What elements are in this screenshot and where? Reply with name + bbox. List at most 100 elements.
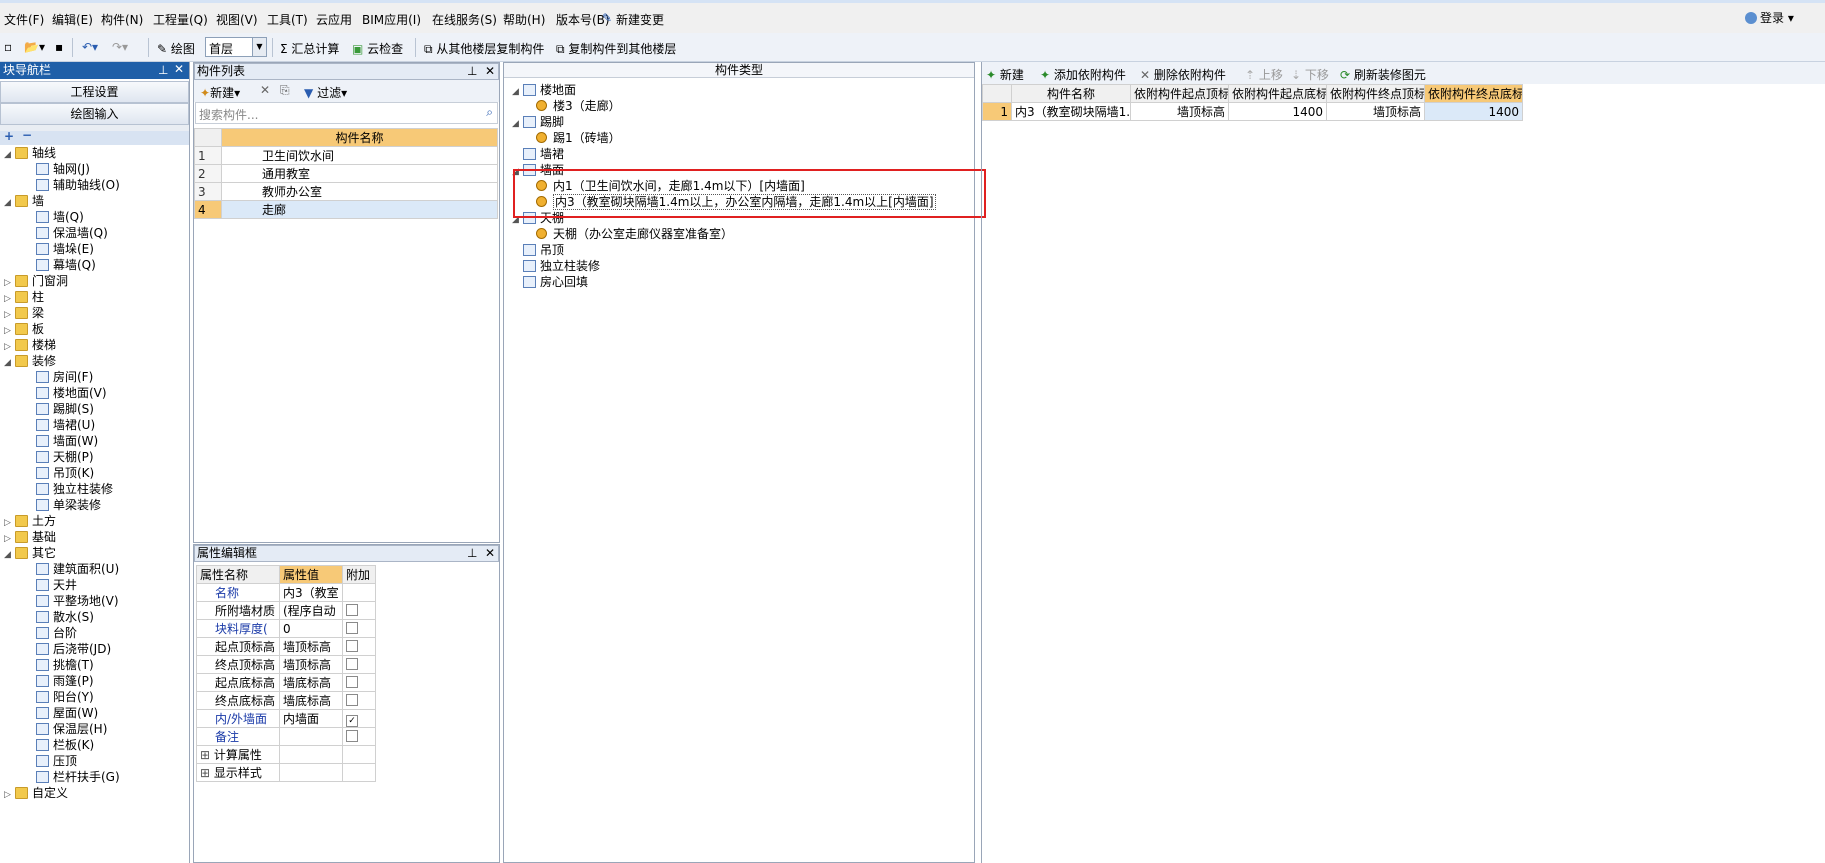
expander-icon[interactable]: ◢: [4, 547, 13, 563]
menu-item[interactable]: 视图(V): [216, 11, 258, 28]
menu-item[interactable]: 云应用: [316, 11, 352, 28]
nav-leaf-item[interactable]: 房间(F): [36, 369, 93, 385]
nav-folder-item[interactable]: ▷ 门窗洞: [4, 273, 68, 289]
component-type-group[interactable]: 独立柱装修: [512, 258, 600, 274]
expander-icon[interactable]: ◢: [512, 212, 521, 228]
property-row[interactable]: 块料厚度(0: [196, 619, 376, 638]
nav-folder-item[interactable]: ◢ 轴线: [4, 145, 56, 161]
component-name-cell[interactable]: 走廊: [221, 200, 498, 219]
expander-icon[interactable]: ◢: [4, 195, 13, 211]
extra-checkbox[interactable]: [346, 693, 358, 706]
nav-folder-item[interactable]: ▷ 楼梯: [4, 337, 56, 353]
property-value[interactable]: 内3（教室: [279, 583, 343, 602]
extra-checkbox[interactable]: ✓: [346, 714, 358, 727]
expand-plus-icon[interactable]: ⊞: [200, 766, 214, 780]
property-value[interactable]: 墙底标高: [279, 673, 343, 692]
redo-icon[interactable]: ↷▾: [112, 40, 128, 54]
property-value[interactable]: [279, 727, 343, 746]
nav-leaf-item[interactable]: 吊顶(K): [36, 465, 94, 481]
property-group-row[interactable]: ⊞ 显示样式: [196, 763, 376, 782]
undo-icon[interactable]: ↶▾: [82, 40, 98, 54]
attach-column-header[interactable]: 构件名称: [1011, 84, 1131, 103]
new-component-button[interactable]: ✦新建▾: [200, 84, 240, 101]
add-attach-button[interactable]: ✦ 添加依附构件: [1040, 66, 1126, 83]
extra-checkbox[interactable]: [346, 639, 358, 652]
copy-from-floor-button[interactable]: ⧉ 从其他楼层复制构件: [424, 40, 544, 57]
refresh-button[interactable]: ⟳ 刷新装修图元: [1340, 66, 1426, 83]
close-icon[interactable]: ✕: [174, 62, 184, 77]
table-row[interactable]: 1 卫生间饮水间: [194, 146, 498, 165]
property-group-row[interactable]: ⊞ 计算属性: [196, 745, 376, 764]
table-row[interactable]: 3 教师办公室: [194, 182, 498, 201]
nav-leaf-item[interactable]: 单梁装修: [36, 497, 101, 513]
property-row[interactable]: 内/外墙面 内墙面 ✓: [196, 709, 376, 728]
menu-item[interactable]: 构件(N): [101, 11, 143, 28]
extra-checkbox[interactable]: [346, 657, 358, 670]
attach-cell[interactable]: 内3（教室砌块隔墙1.: [1011, 102, 1131, 121]
nav-leaf-item[interactable]: 雨篷(P): [36, 673, 94, 689]
floor-select[interactable]: 首层 ▼: [205, 37, 267, 57]
table-row[interactable]: 4 走廊: [194, 200, 498, 219]
new-button[interactable]: ✦ 新建: [986, 66, 1024, 83]
expander-icon[interactable]: ◢: [512, 84, 521, 100]
nav-folder-item[interactable]: ▷ 基础: [4, 529, 56, 545]
attach-cell[interactable]: 1400: [1228, 102, 1327, 121]
component-type-item[interactable]: 踢1（砖墙）: [536, 130, 621, 146]
nav-leaf-item[interactable]: 墙垛(E): [36, 241, 94, 257]
menu-item[interactable]: 在线服务(S): [432, 11, 497, 28]
property-row[interactable]: 起点底标高 墙底标高: [196, 673, 376, 692]
attach-cell[interactable]: 1400: [1424, 102, 1523, 121]
table-row[interactable]: 1 内3（教室砌块隔墙1. 墙顶标高 1400 墙顶标高 1400: [982, 102, 1523, 121]
pin-icon[interactable]: ⊥: [158, 63, 168, 78]
new-file-icon[interactable]: ▫: [4, 40, 12, 54]
copy-to-floor-button[interactable]: ⧉ 复制构件到其他楼层: [556, 40, 676, 57]
property-row[interactable]: 终点底标高 墙底标高: [196, 691, 376, 710]
expander-icon[interactable]: ◢: [4, 147, 13, 163]
component-type-group[interactable]: ◢ 楼地面: [512, 82, 576, 98]
menu-item[interactable]: 编辑(E): [52, 11, 93, 28]
nav-folder-item[interactable]: ▷ 板: [4, 321, 44, 337]
nav-folder-item[interactable]: ▷ 自定义: [4, 785, 68, 801]
component-type-item[interactable]: 内1（卫生间饮水间，走廊1.4m以下）[内墙面]: [536, 178, 805, 194]
column-header-name[interactable]: 构件名称: [221, 128, 498, 147]
property-value[interactable]: (程序自动: [279, 601, 343, 620]
nav-leaf-item[interactable]: 墙裙(U): [36, 417, 95, 433]
nav-folder-item[interactable]: ▷ 柱: [4, 289, 44, 305]
component-type-group[interactable]: 吊顶: [512, 242, 564, 258]
nav-leaf-item[interactable]: 天棚(P): [36, 449, 94, 465]
menu-item[interactable]: 工程量(Q): [153, 11, 208, 28]
menu-item[interactable]: 新建变更: [616, 11, 664, 28]
component-type-group[interactable]: ◢ 天棚: [512, 210, 564, 226]
nav-leaf-item[interactable]: 踢脚(S): [36, 401, 94, 417]
nav-leaf-item[interactable]: 墙面(W): [36, 433, 98, 449]
property-row[interactable]: 终点顶标高 墙顶标高: [196, 655, 376, 674]
component-type-group[interactable]: 墙裙: [512, 146, 564, 162]
component-type-item[interactable]: 天棚（办公室走廊仪器室准备室）: [536, 226, 733, 242]
component-name-cell[interactable]: 教师办公室: [221, 182, 498, 201]
nav-leaf-item[interactable]: 散水(S): [36, 609, 94, 625]
expander-icon[interactable]: ◢: [512, 116, 521, 132]
property-value[interactable]: 0: [279, 619, 343, 638]
attach-column-header[interactable]: 依附构件起点顶标: [1130, 84, 1229, 103]
property-value[interactable]: 墙顶标高: [279, 655, 343, 674]
pin-icon[interactable]: ⊥: [467, 546, 477, 561]
nav-leaf-item[interactable]: 栏杆扶手(G): [36, 769, 120, 785]
save-icon[interactable]: ▪: [55, 40, 63, 54]
nav-leaf-item[interactable]: 建筑面积(U): [36, 561, 119, 577]
delete-icon[interactable]: ✕: [260, 83, 270, 97]
expander-icon[interactable]: ▷: [4, 787, 13, 803]
property-value[interactable]: 内墙面: [279, 709, 343, 728]
drawing-input-button[interactable]: 绘图输入: [0, 103, 189, 125]
nav-leaf-item[interactable]: 辅助轴线(O): [36, 177, 120, 193]
close-icon[interactable]: ✕: [485, 64, 495, 79]
property-group[interactable]: ⊞ 显示样式: [196, 763, 280, 782]
expand-all-icon[interactable]: +: [4, 129, 14, 143]
sum-calc-button[interactable]: Σ 汇总计算: [280, 40, 339, 57]
table-row[interactable]: 2 通用教室: [194, 164, 498, 183]
expander-icon[interactable]: ◢: [512, 164, 521, 180]
nav-leaf-item[interactable]: 平整场地(V): [36, 593, 119, 609]
cloud-check-button[interactable]: ▣ 云检查: [352, 40, 403, 57]
extra-checkbox[interactable]: [346, 603, 358, 616]
collapse-all-icon[interactable]: −: [22, 128, 32, 142]
component-type-group[interactable]: ◢ 墙面: [512, 162, 564, 178]
